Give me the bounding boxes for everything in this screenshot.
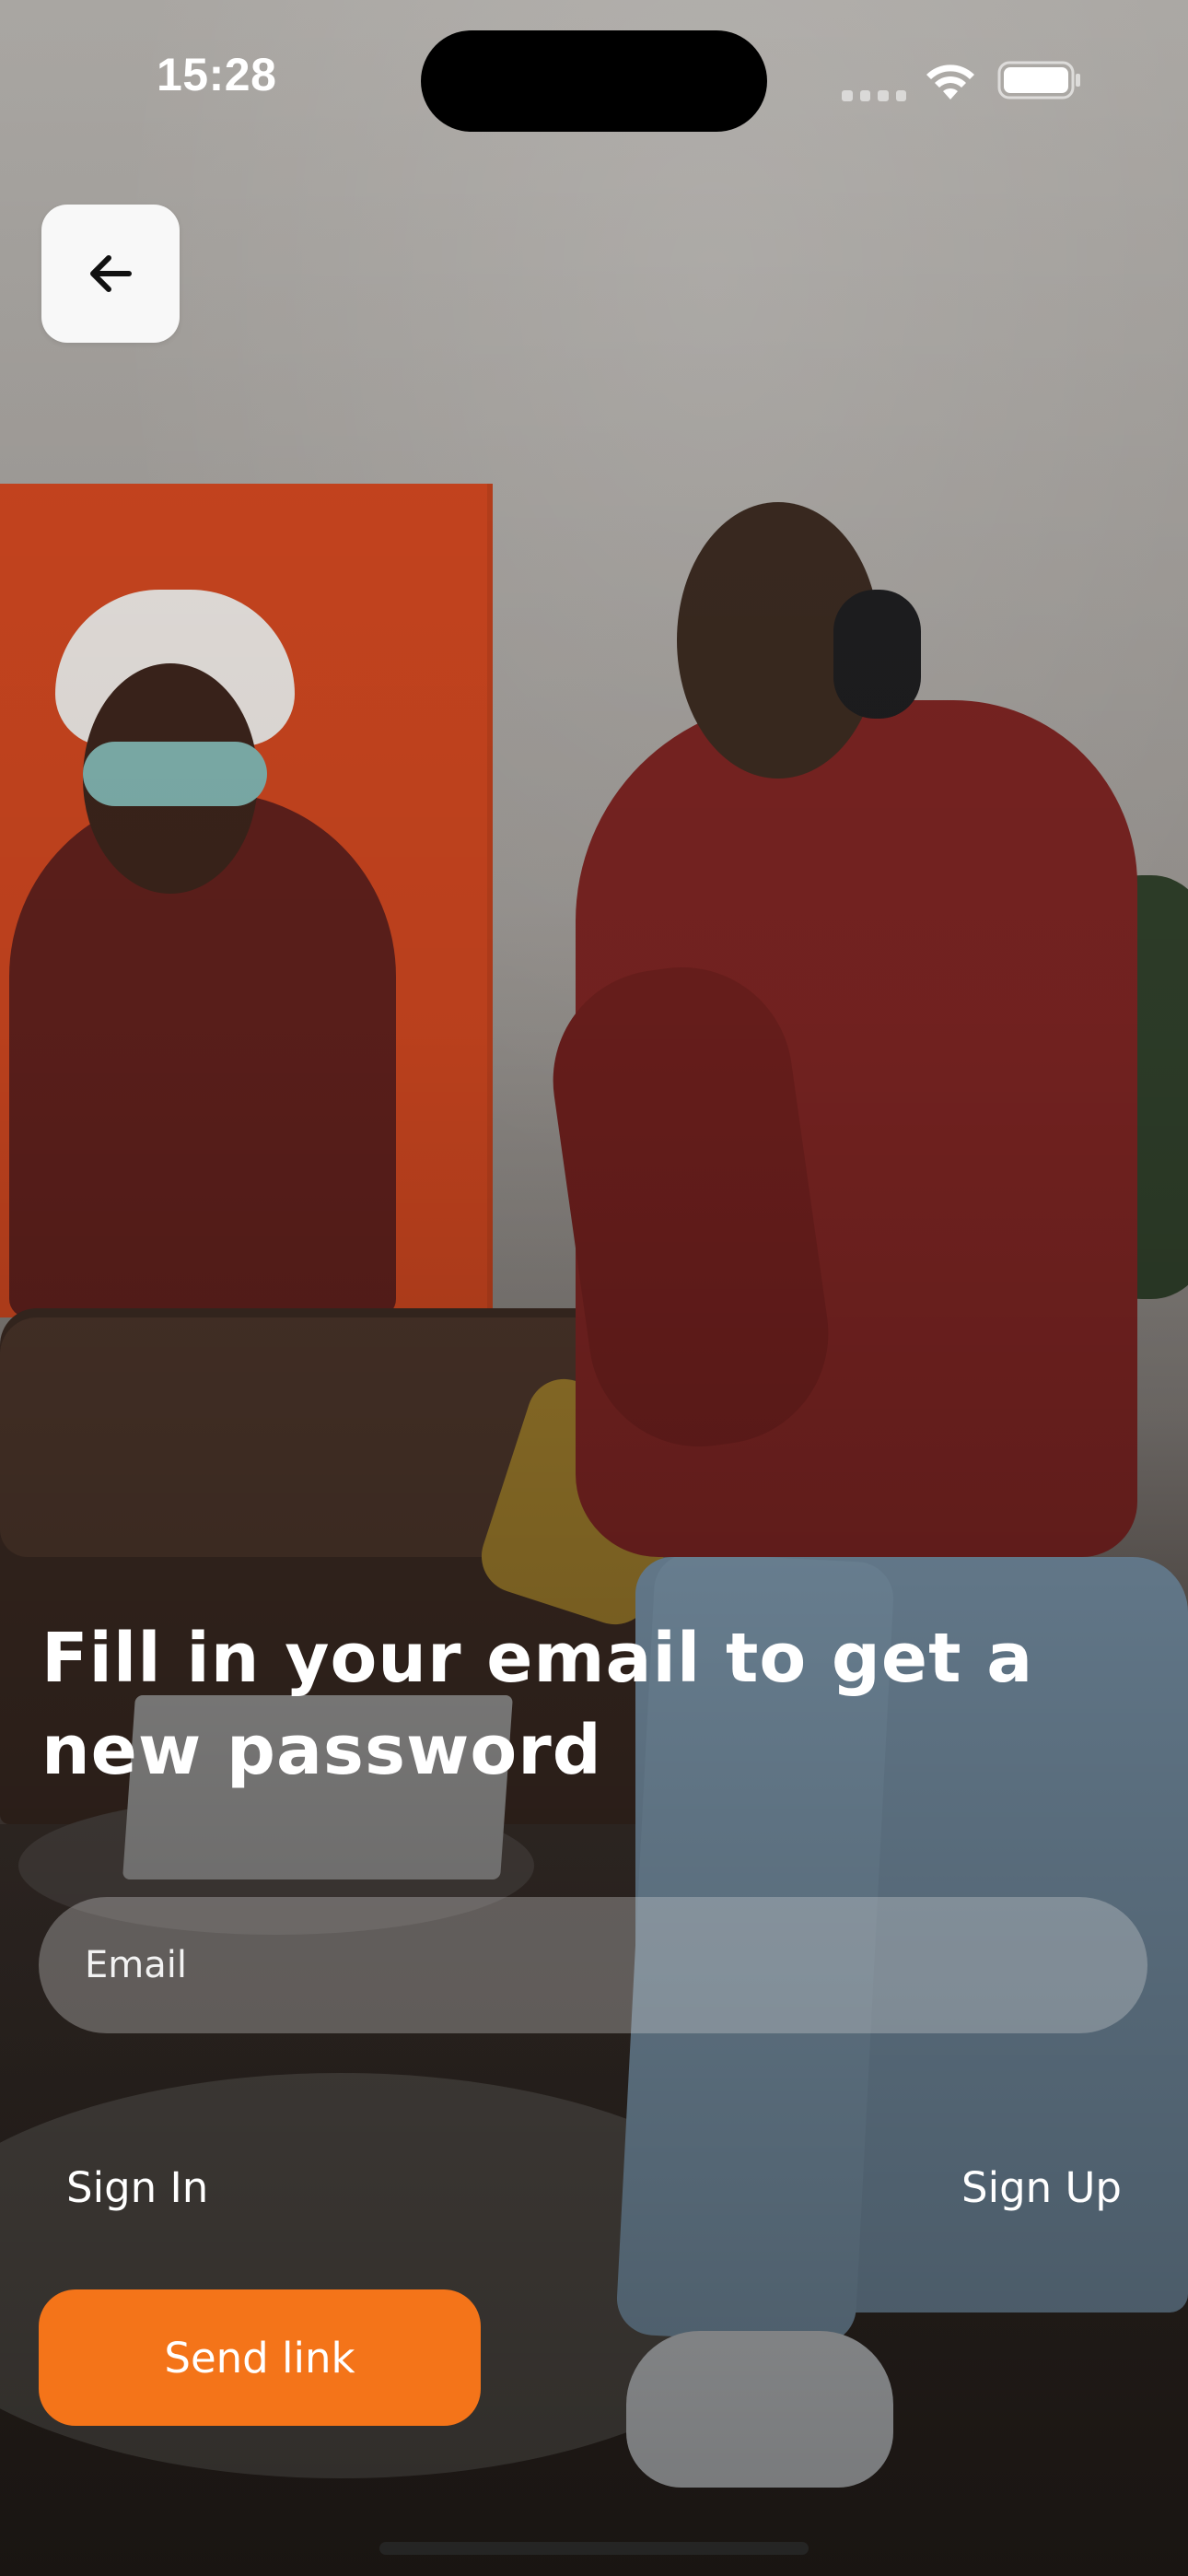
- dynamic-island: [421, 30, 767, 132]
- status-time: 15:28: [157, 49, 277, 100]
- wifi-icon: [926, 64, 974, 100]
- sign-in-link[interactable]: Sign In: [66, 2163, 208, 2212]
- back-button[interactable]: [41, 205, 180, 343]
- send-link-button[interactable]: Send link: [39, 2289, 481, 2426]
- battery-icon: [997, 61, 1080, 100]
- email-input[interactable]: [83, 1943, 1147, 1987]
- page-title: Fill in your email to get a new password: [41, 1612, 1128, 1797]
- page-title-line-1: Fill in your email to get a: [41, 1619, 1034, 1698]
- page-title-line-2: new password: [41, 1711, 602, 1790]
- arrow-left-icon: [90, 255, 132, 292]
- home-indicator: [379, 2542, 809, 2555]
- sign-up-link[interactable]: Sign Up: [961, 2163, 1122, 2212]
- email-field[interactable]: [39, 1897, 1147, 2033]
- cellular-signal-icon: [842, 88, 906, 101]
